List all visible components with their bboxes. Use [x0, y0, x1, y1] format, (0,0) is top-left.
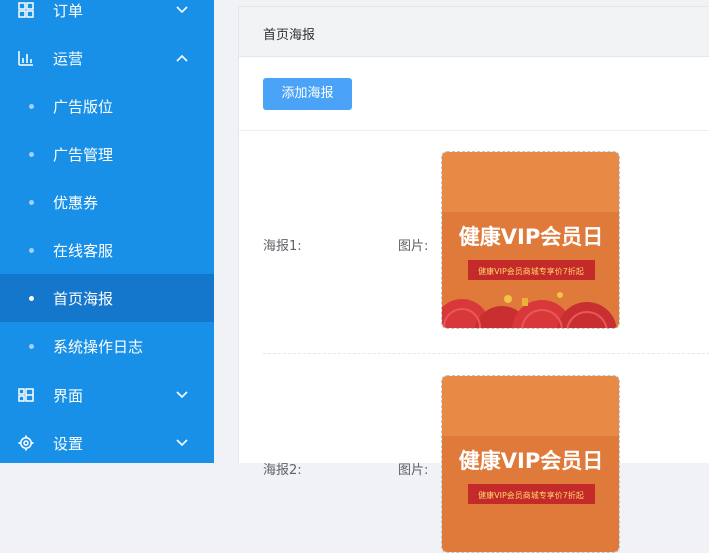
sidebar-item-home-posters[interactable]: 首页海报: [0, 274, 214, 322]
sidebar-item-label: 优惠券: [53, 193, 99, 212]
banner-subtitle: 健康VIP会员商城专享价7折起: [478, 266, 584, 276]
sidebar-item-operation-log[interactable]: 系统操作日志: [0, 322, 214, 370]
poster-image[interactable]: 健康VIP会员日 健康VIP会员商城专享价7折起: [441, 375, 620, 553]
chevron-down-icon: [176, 6, 188, 14]
menu-interface[interactable]: 界面: [0, 371, 214, 419]
add-poster-button[interactable]: 添加海报: [263, 78, 352, 110]
page-title: 首页海报: [263, 28, 316, 43]
chevron-down-icon: [176, 391, 188, 399]
menu-label: 设置: [53, 434, 84, 453]
poster-label: 海报1:: [263, 239, 302, 254]
poster-graphic: 健康VIP会员日 健康VIP会员商城专享价7折起: [442, 376, 619, 552]
menu-label: 订单: [53, 1, 84, 20]
sidebar-item-ad-management[interactable]: 广告管理: [0, 130, 214, 178]
image-label: 图片:: [398, 239, 429, 254]
layout-icon: [18, 388, 34, 402]
bullet-dot: [29, 247, 34, 253]
poster-graphic: 健康VIP会员日 健康VIP会员商城专享价7折起: [442, 152, 619, 328]
banner-title: 健康VIP会员日: [459, 225, 603, 249]
sidebar-item-online-service[interactable]: 在线客服: [0, 226, 214, 274]
menu-label: 运营: [53, 49, 84, 68]
main-panel: 首页海报 添加海报 海报1: 图片: 健康VIP会员日 健康VIP会员商城专享价…: [238, 6, 709, 553]
gear-icon: [18, 435, 34, 451]
sidebar-item-label: 广告管理: [53, 145, 114, 164]
banner-title: 健康VIP会员日: [459, 449, 603, 473]
bullet-dot: [29, 343, 34, 349]
sidebar-item-label: 广告版位: [53, 97, 114, 116]
sidebar-item-label: 在线客服: [53, 241, 114, 260]
bullet-dot: [29, 151, 34, 157]
menu-label: 界面: [53, 386, 84, 405]
poster-image[interactable]: 健康VIP会员日 健康VIP会员商城专享价7折起: [441, 151, 620, 329]
sidebar-item-coupons[interactable]: 优惠券: [0, 178, 214, 226]
chevron-up-icon: [176, 54, 188, 62]
divider: [239, 130, 709, 131]
sidebar-item-label: 首页海报: [53, 289, 114, 308]
breadcrumb: 首页海报: [239, 7, 709, 57]
sidebar-item-label: 系统操作日志: [53, 337, 144, 356]
menu-operations[interactable]: 运营: [0, 34, 214, 82]
poster-label: 海报2:: [263, 463, 302, 478]
sidebar: 订单 运营 广告版位 广告管理 优惠券 在线客服 首页海报 系统操作日志 界面 …: [0, 0, 214, 463]
grid-icon: [18, 2, 34, 18]
image-label: 图片:: [398, 463, 429, 478]
banner-subtitle: 健康VIP会员商城专享价7折起: [478, 490, 584, 500]
menu-settings[interactable]: 设置: [0, 419, 214, 467]
menu-orders[interactable]: 订单: [0, 0, 214, 34]
divider: [263, 353, 709, 354]
chevron-down-icon: [176, 439, 188, 447]
bullet-dot: [29, 295, 34, 301]
bullet-dot: [29, 103, 34, 109]
sidebar-item-ad-slots[interactable]: 广告版位: [0, 82, 214, 130]
bullet-dot: [29, 199, 34, 205]
bar-chart-icon: [18, 51, 33, 66]
